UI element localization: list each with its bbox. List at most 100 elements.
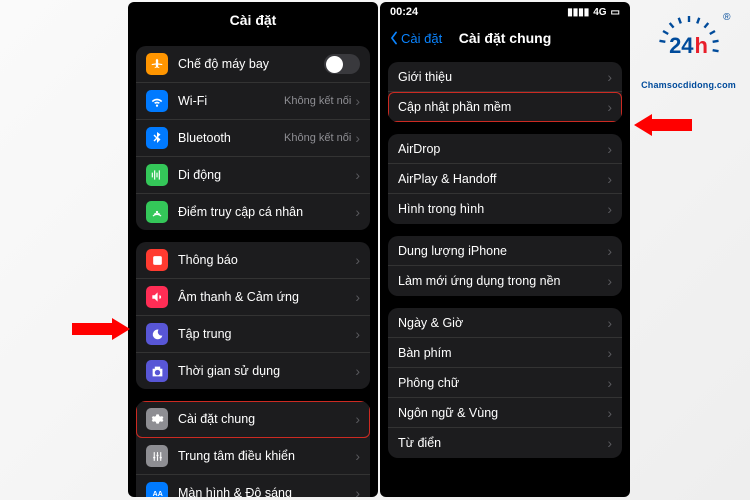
settings-row[interactable]: AirPlay & Handoff› xyxy=(388,164,622,194)
cellular-icon xyxy=(146,164,168,186)
row-label: Cài đặt chung xyxy=(178,412,355,426)
settings-body[interactable]: Chế độ máy bayWi-FiKhông kết nối›Bluetoo… xyxy=(128,46,378,497)
network-label: 4G xyxy=(593,7,606,18)
settings-row[interactable]: Ngày & Giờ› xyxy=(388,308,622,338)
chevron-right-icon: › xyxy=(355,449,360,463)
settings-row[interactable]: Tập trung› xyxy=(136,316,370,353)
settings-row[interactable]: Di động› xyxy=(136,157,370,194)
settings-title: Cài đặt xyxy=(128,2,378,38)
settings-row[interactable]: Ngôn ngữ & Vùng› xyxy=(388,398,622,428)
chevron-right-icon: › xyxy=(607,436,612,450)
back-button[interactable]: Cài đặt xyxy=(388,31,442,46)
chevron-right-icon: › xyxy=(607,346,612,360)
phone-general: 00:24 ▮▮▮▮ 4G ▭ Cài đặt Cài đặt chung Gi… xyxy=(380,2,630,497)
settings-row[interactable]: Hình trong hình› xyxy=(388,194,622,224)
logo-number: 24h xyxy=(657,14,721,78)
row-value: Không kết nối xyxy=(284,132,351,144)
settings-row[interactable]: Chế độ máy bay xyxy=(136,46,370,83)
back-label: Cài đặt xyxy=(401,31,442,46)
bluetooth-icon xyxy=(146,127,168,149)
row-value: Không kết nối xyxy=(284,95,351,107)
chevron-right-icon: › xyxy=(607,244,612,258)
settings-row[interactable]: Cài đặt chung› xyxy=(136,401,370,438)
settings-group: Chế độ máy bayWi-FiKhông kết nối›Bluetoo… xyxy=(136,46,370,230)
phone-settings: Cài đặt Chế độ máy bayWi-FiKhông kết nối… xyxy=(128,2,378,497)
settings-row[interactable]: Trung tâm điều khiển› xyxy=(136,438,370,475)
sound-icon xyxy=(146,286,168,308)
arrow-general xyxy=(72,318,130,340)
row-label: Hình trong hình xyxy=(398,202,607,216)
chevron-right-icon: › xyxy=(607,142,612,156)
row-label: Ngôn ngữ & Vùng xyxy=(398,406,607,420)
row-label: Làm mới ứng dụng trong nền xyxy=(398,274,607,288)
row-label: Tập trung xyxy=(178,327,355,341)
chevron-right-icon: › xyxy=(355,131,360,145)
chevron-right-icon: › xyxy=(607,172,612,186)
general-body[interactable]: Giới thiệu›Cập nhật phần mềm›AirDrop›Air… xyxy=(380,62,630,458)
chevron-left-icon xyxy=(388,31,400,45)
row-label: Trung tâm điều khiển xyxy=(178,449,355,463)
chevron-right-icon: › xyxy=(607,316,612,330)
row-label: Thời gian sử dụng xyxy=(178,364,355,378)
settings-row[interactable]: BluetoothKhông kết nối › xyxy=(136,120,370,157)
arrow-update xyxy=(634,114,692,136)
notify-icon xyxy=(146,249,168,271)
settings-group: Giới thiệu›Cập nhật phần mềm› xyxy=(388,62,622,122)
hotspot-icon xyxy=(146,201,168,223)
settings-group: AirDrop›AirPlay & Handoff›Hình trong hìn… xyxy=(388,134,622,224)
settings-row[interactable]: Bàn phím› xyxy=(388,338,622,368)
row-label: Dung lượng iPhone xyxy=(398,244,607,258)
row-label: Điểm truy cập cá nhân xyxy=(178,205,355,219)
settings-row[interactable]: Phông chữ› xyxy=(388,368,622,398)
settings-row[interactable]: Wi-FiKhông kết nối› xyxy=(136,83,370,120)
row-label: AirDrop xyxy=(398,142,607,156)
row-label: Di động xyxy=(178,168,355,182)
settings-row[interactable]: Thời gian sử dụng› xyxy=(136,353,370,389)
row-label: Bàn phím xyxy=(398,346,607,360)
registered-icon: ® xyxy=(723,12,730,23)
chevron-right-icon: › xyxy=(355,253,360,267)
site-logo: 24h ® Chamsocdidong.com xyxy=(641,14,736,90)
battery-icon: ▭ xyxy=(611,7,620,18)
screentime-icon xyxy=(146,360,168,382)
chevron-right-icon: › xyxy=(355,486,360,497)
airplane-icon xyxy=(146,53,168,75)
row-label: Thông báo xyxy=(178,253,355,267)
chevron-right-icon: › xyxy=(355,412,360,426)
settings-row[interactable]: Từ điển› xyxy=(388,428,622,458)
settings-row[interactable]: Thông báo› xyxy=(136,242,370,279)
settings-row[interactable]: Cập nhật phần mềm› xyxy=(388,92,622,122)
settings-row[interactable]: AirDrop› xyxy=(388,134,622,164)
chevron-right-icon: › xyxy=(355,290,360,304)
clock: 00:24 xyxy=(390,6,418,18)
toggle-switch[interactable] xyxy=(324,54,360,74)
general-icon xyxy=(146,408,168,430)
chevron-right-icon: › xyxy=(355,205,360,219)
settings-group: Cài đặt chung›Trung tâm điều khiển›AAMàn… xyxy=(136,401,370,497)
signal-icon: ▮▮▮▮ xyxy=(567,7,589,18)
row-label: Giới thiệu xyxy=(398,70,607,84)
settings-row[interactable]: Làm mới ứng dụng trong nền› xyxy=(388,266,622,296)
chevron-right-icon: › xyxy=(607,376,612,390)
row-label: Phông chữ xyxy=(398,376,607,390)
chevron-right-icon: › xyxy=(607,202,612,216)
settings-row[interactable]: AAMàn hình & Độ sáng› xyxy=(136,475,370,497)
row-label: Bluetooth xyxy=(178,131,284,145)
row-label: Cập nhật phần mềm xyxy=(398,100,607,114)
display-icon: AA xyxy=(146,482,168,497)
row-label: Âm thanh & Cảm ứng xyxy=(178,290,355,304)
settings-row[interactable]: Âm thanh & Cảm ứng› xyxy=(136,279,370,316)
row-label: Từ điển xyxy=(398,436,607,450)
site-name: Chamsocdidong.com xyxy=(641,80,736,90)
chevron-right-icon: › xyxy=(355,94,360,108)
chevron-right-icon: › xyxy=(355,327,360,341)
general-header: Cài đặt Cài đặt chung xyxy=(380,22,630,54)
phones-wrap: Cài đặt Chế độ máy bayWi-FiKhông kết nối… xyxy=(128,2,630,497)
settings-row[interactable]: Dung lượng iPhone› xyxy=(388,236,622,266)
chevron-right-icon: › xyxy=(355,168,360,182)
stage: Cài đặt Chế độ máy bayWi-FiKhông kết nối… xyxy=(0,0,750,500)
settings-group: Ngày & Giờ›Bàn phím›Phông chữ›Ngôn ngữ &… xyxy=(388,308,622,458)
settings-row[interactable]: Điểm truy cập cá nhân› xyxy=(136,194,370,230)
row-label: Chế độ máy bay xyxy=(178,57,324,71)
settings-row[interactable]: Giới thiệu› xyxy=(388,62,622,92)
